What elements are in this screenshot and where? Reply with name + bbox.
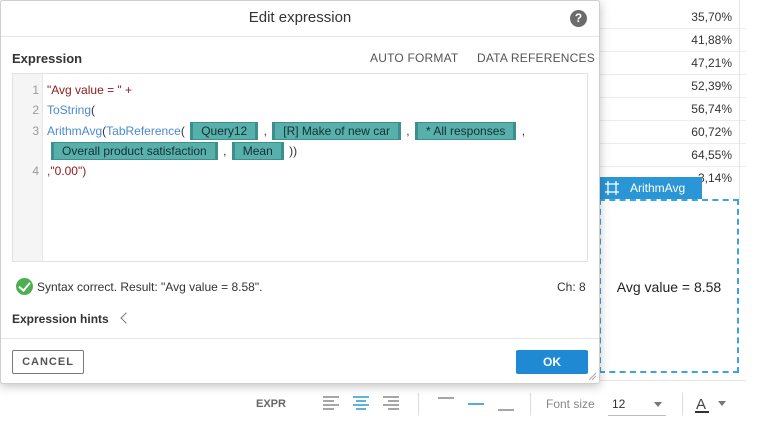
dialog-title: Edit expression xyxy=(248,9,352,26)
table-cell: 52,39% xyxy=(598,75,746,98)
check-circle-icon xyxy=(16,278,33,295)
line-number: 1 xyxy=(32,83,39,97)
table-cell: 56,74% xyxy=(598,98,746,121)
auto-format-button[interactable]: AUTO FORMAT xyxy=(370,51,458,65)
code-line: "Avg value = " + xyxy=(47,83,132,97)
text-box-tag-label: ArithmAvg xyxy=(630,181,686,195)
code-line: ,"0.00") xyxy=(47,164,86,178)
chevron-down-icon[interactable] xyxy=(718,401,726,406)
text-box-tag[interactable]: ArithmAvg xyxy=(598,177,702,199)
font-size-select[interactable]: 12 xyxy=(608,392,666,416)
string-literal: "Avg value = " xyxy=(47,83,122,97)
syntax-status: Syntax correct. Result: "Avg value = 8.5… xyxy=(16,278,262,295)
expression-section-label: Expression xyxy=(12,51,83,66)
code-line: ToString( xyxy=(47,103,95,117)
expression-editor[interactable]: 1 2 3 4 "Avg value = " + ToString( Arith… xyxy=(12,73,588,262)
line-number-gutter: 1 2 3 4 xyxy=(13,74,43,261)
font-color-swatch xyxy=(695,411,709,413)
toolbar-divider xyxy=(418,393,419,415)
format-toolbar: EXPR Font size 12 A xyxy=(228,380,746,426)
edit-expression-dialog: Edit expression ? Expression AUTO FORMAT… xyxy=(0,0,600,384)
paren: ( xyxy=(91,103,96,117)
help-icon[interactable]: ? xyxy=(570,10,587,27)
separator: , xyxy=(402,124,413,138)
code-line: ArithmAvg(TabReference( Query12 , [R] Ma… xyxy=(47,122,525,140)
operator: + xyxy=(121,83,133,97)
function-name: ArithmAvg xyxy=(47,124,103,138)
data-references-button[interactable]: DATA REFERENCES xyxy=(477,51,595,65)
expression-hints-toggle[interactable]: Expression hints xyxy=(12,312,109,326)
line-number: 3 xyxy=(32,124,39,138)
selected-text-box[interactable]: Avg value = 8.58 xyxy=(599,199,739,373)
paren: ( xyxy=(180,124,189,138)
resize-handle-icon[interactable] xyxy=(587,371,597,381)
data-reference-chip[interactable]: * All responses xyxy=(414,122,517,140)
data-reference-chip[interactable]: Query12 xyxy=(190,122,259,140)
chevron-left-icon[interactable] xyxy=(120,312,132,324)
data-reference-chip[interactable]: Mean xyxy=(231,142,284,160)
valign-bottom-icon[interactable] xyxy=(496,395,516,413)
align-left-icon[interactable] xyxy=(322,395,340,411)
text-box-select-icon xyxy=(605,181,619,195)
align-center-icon[interactable] xyxy=(352,395,370,411)
toolbar-divider xyxy=(682,393,683,415)
string-literal: ,"0.00") xyxy=(47,164,87,178)
table-cell: 35,70% xyxy=(598,6,746,29)
align-right-icon[interactable] xyxy=(382,395,400,411)
font-color-button[interactable]: A xyxy=(696,381,706,427)
font-size-label: Font size xyxy=(546,397,595,411)
separator: , xyxy=(219,144,230,158)
chevron-down-icon xyxy=(654,402,662,407)
data-reference-chip[interactable]: Overall product satisfaction xyxy=(51,142,218,160)
valign-middle-icon[interactable] xyxy=(466,395,486,413)
valign-top-icon[interactable] xyxy=(436,395,456,413)
paren: )) xyxy=(285,144,298,158)
table-cell: 60,72% xyxy=(598,121,746,144)
data-reference-chip[interactable]: [R] Make of new car xyxy=(272,122,401,140)
dialog-footer-divider xyxy=(1,338,599,339)
table-column-divider xyxy=(739,0,740,200)
ok-button[interactable]: OK xyxy=(516,350,588,374)
line-number: 2 xyxy=(32,103,39,117)
function-name: ToString xyxy=(47,103,92,117)
separator: , xyxy=(260,124,271,138)
char-count: Ch: 8 xyxy=(557,280,586,294)
line-number: 4 xyxy=(32,164,39,178)
table-cell: 47,21% xyxy=(598,52,746,75)
font-size-value: 12 xyxy=(612,397,626,411)
separator: , xyxy=(518,124,526,138)
function-name: TabReference xyxy=(106,124,181,138)
expr-button[interactable]: EXPR xyxy=(256,381,286,427)
text-box-content: Avg value = 8.58 xyxy=(616,279,722,295)
code-line: Overall product satisfaction , Mean )) xyxy=(49,142,297,160)
cancel-button[interactable]: CANCEL xyxy=(12,350,84,374)
toolbar-divider xyxy=(530,393,531,415)
status-text: Syntax correct. Result: "Avg value = 8.5… xyxy=(37,279,263,294)
table-cell: 41,88% xyxy=(598,29,746,52)
report-table: 35,70% 41,88% 47,21% 52,39% 56,74% 60,72… xyxy=(598,0,746,200)
dialog-divider xyxy=(1,36,599,37)
table-cell: 64,55% xyxy=(598,144,746,167)
